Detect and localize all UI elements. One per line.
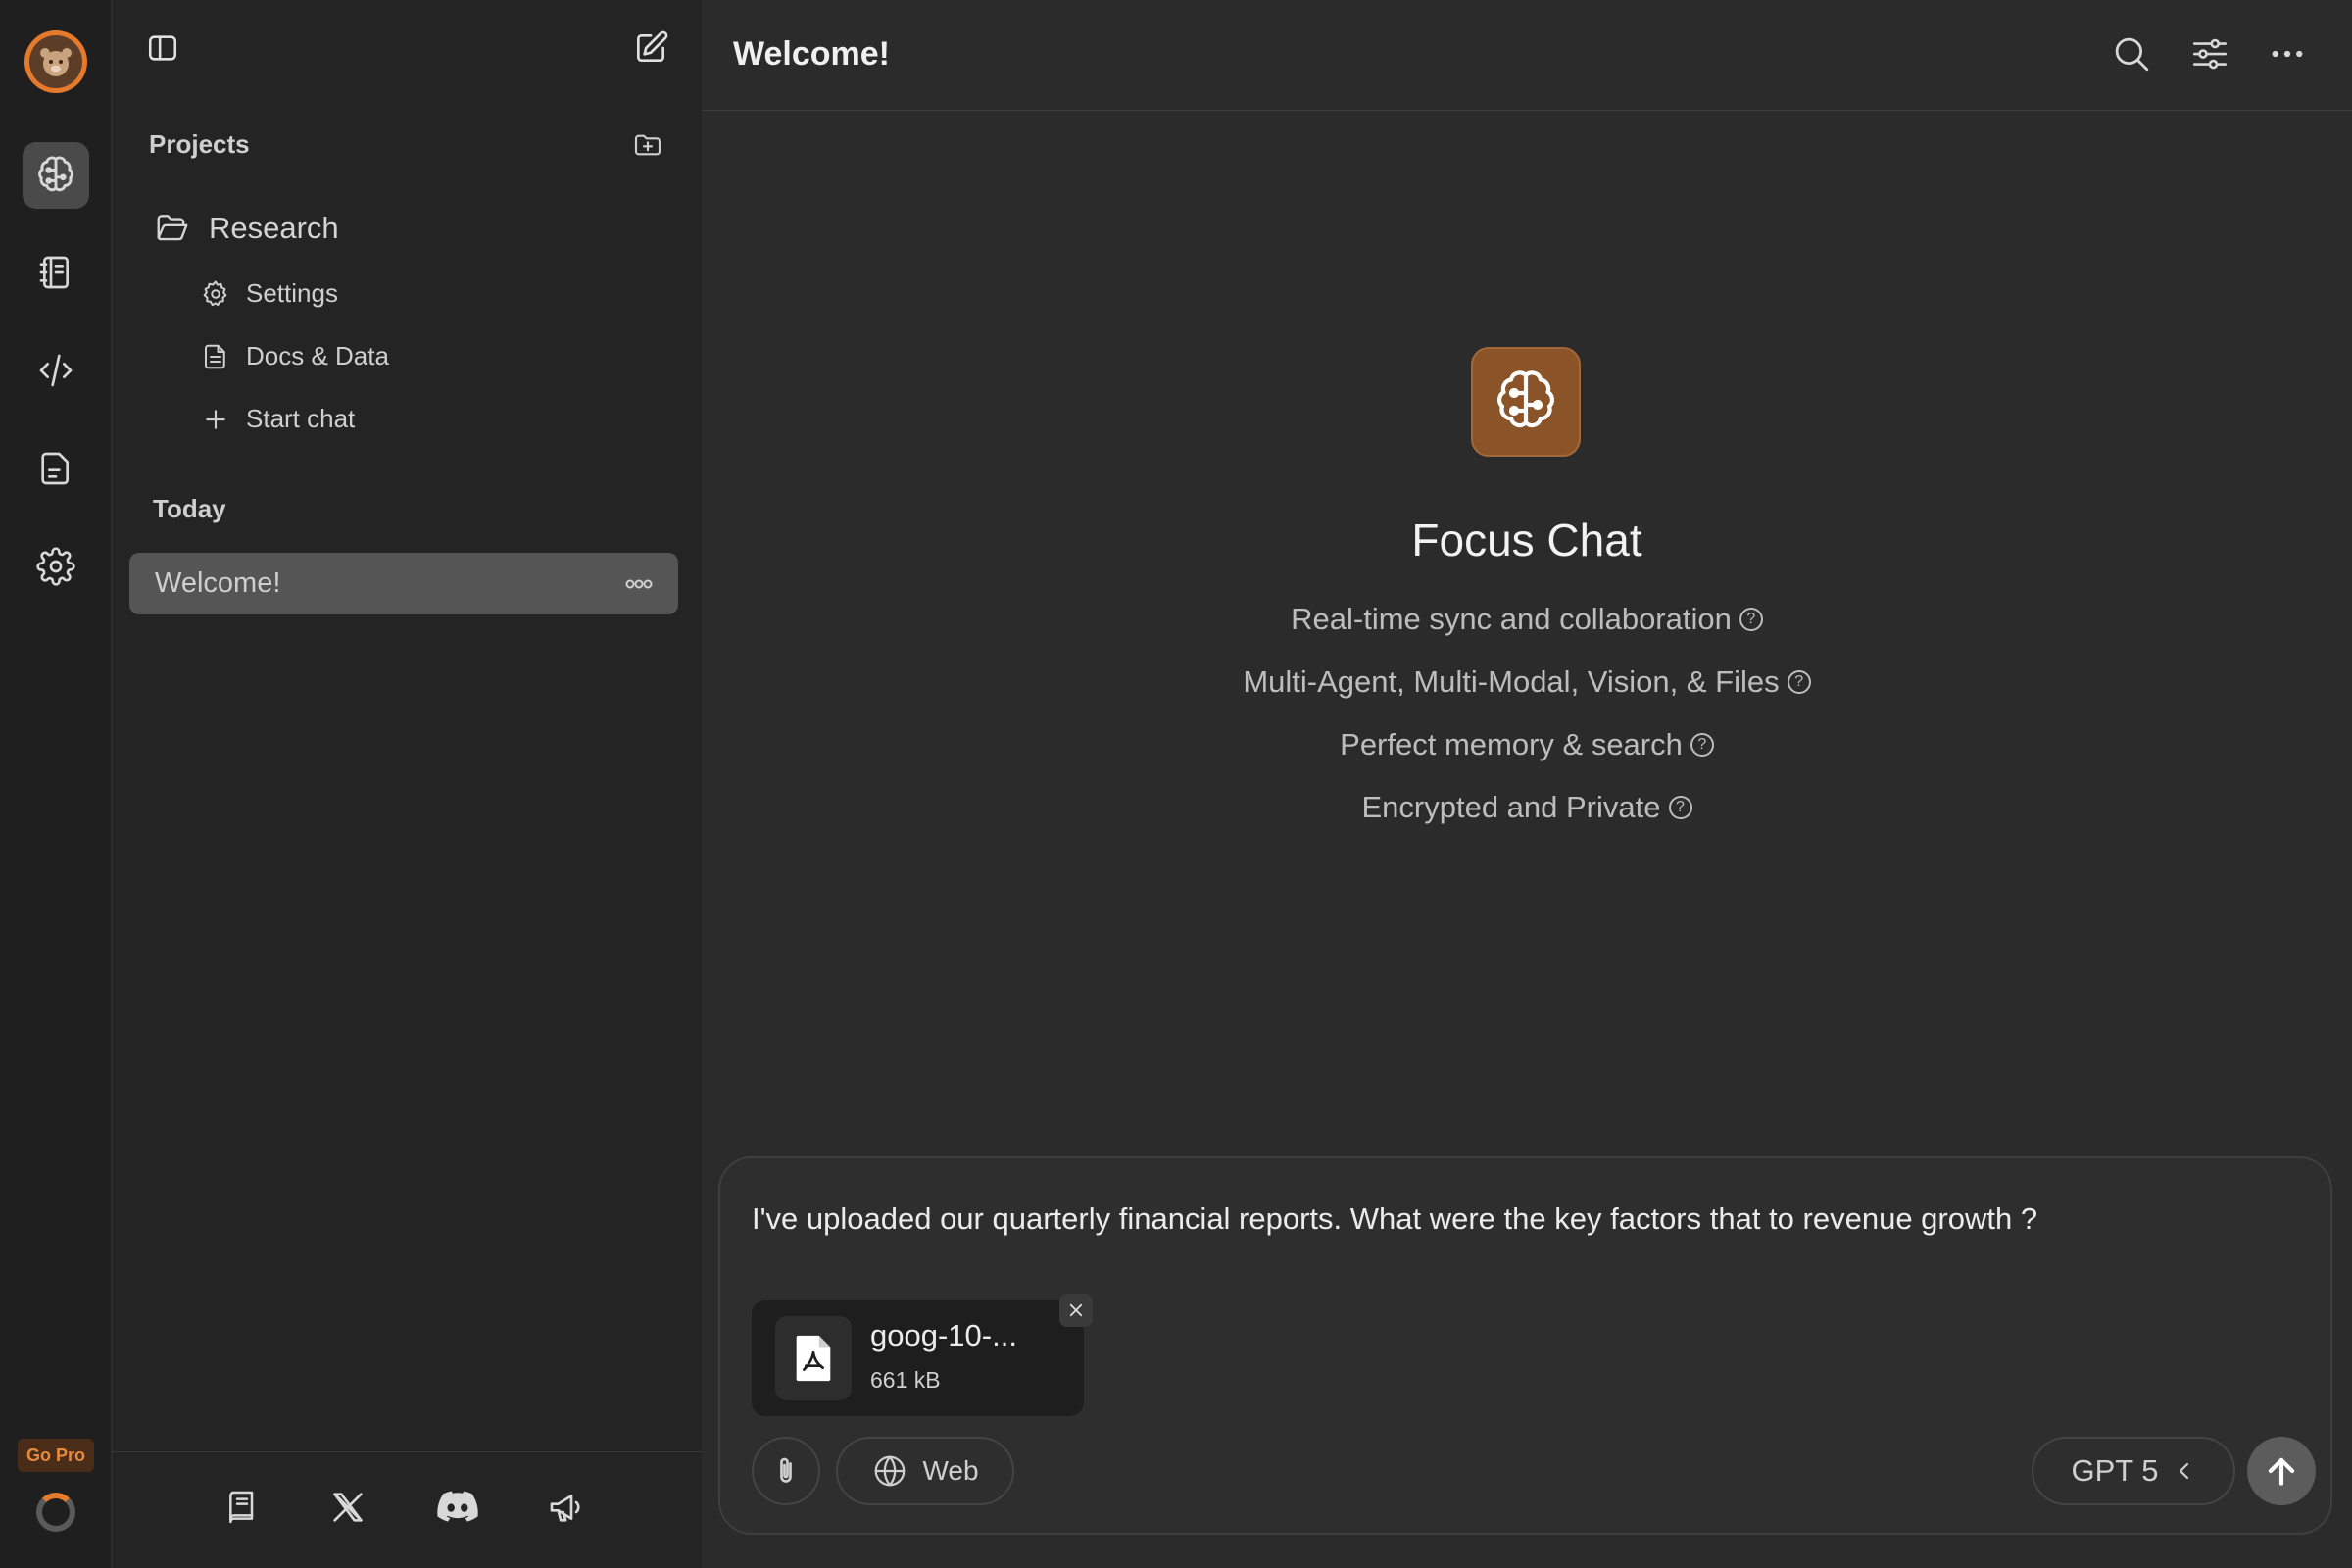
attachment-card[interactable]: goog-10-... 661 kB [752,1294,1093,1416]
sliders-icon[interactable] [2189,33,2230,74]
feature-line: Real-time sync and collaboration ? [702,602,2352,637]
chevron-left-icon [2173,1459,2196,1483]
book-icon[interactable] [222,1488,262,1527]
code-pen-icon [36,351,75,390]
projects-heading: Projects [149,129,250,159]
plus-icon [201,405,230,434]
chat-header: Welcome! [702,0,2352,111]
web-label: Web [922,1455,979,1486]
message-input[interactable]: I've uploaded our quarterly financial re… [752,1201,2037,1237]
more-horizontal-icon[interactable] [2267,33,2308,74]
model-selector[interactable]: GPT 5 [2032,1437,2235,1505]
go-pro-badge[interactable]: Go Pro [18,1439,94,1472]
start-chat-label: Start chat [246,404,356,433]
docs-label: Docs & Data [246,341,389,370]
discord-icon[interactable] [436,1488,479,1527]
document-icon [36,449,75,488]
feature-line: Perfect memory & search ? [702,727,2352,762]
rail-settings-button[interactable] [23,533,89,600]
project-start-chat-item[interactable]: Start chat [201,404,355,434]
folder-plus-icon [632,129,663,161]
feature-line: Encrypted and Private ? [702,790,2352,825]
message-composer[interactable]: I've uploaded our quarterly financial re… [718,1156,2332,1535]
x-logo-icon[interactable] [328,1488,368,1527]
brain-icon [34,154,77,197]
user-avatar[interactable] [24,30,87,93]
folder-open-icon [154,210,191,247]
model-label: GPT 5 [2071,1453,2159,1488]
project-settings-item[interactable]: Settings [201,278,338,309]
send-button[interactable] [2247,1437,2316,1505]
feature-text: Perfect memory & search [1340,727,1683,761]
help-icon[interactable]: ? [1787,670,1811,694]
avatar-face-icon [29,35,82,88]
toggle-sidebar-button[interactable] [146,31,179,65]
globe-icon [871,1452,908,1490]
sidebar-toggle-icon [146,31,179,65]
settings-label: Settings [246,278,338,308]
hero-title: Focus Chat [1411,514,1642,565]
project-docs-item[interactable]: Docs & Data [201,341,389,371]
new-chat-button[interactable] [632,29,669,67]
compose-icon [632,29,669,67]
main-panel: Welcome! Focus Chat Real-time sync and c… [702,0,2352,1568]
search-icon[interactable] [2111,33,2152,74]
pdf-file-icon [775,1316,852,1400]
attachment-size: 661 kB [870,1367,941,1393]
gear-icon [36,547,75,586]
file-text-icon [201,342,230,371]
icon-rail: Go Pro [0,0,112,1568]
rail-documents-button[interactable] [23,435,89,502]
notebook-icon [36,253,75,292]
feature-text: Multi-Agent, Multi-Modal, Vision, & File… [1243,664,1780,699]
today-heading: Today [153,494,226,523]
chat-item-welcome[interactable]: Welcome! [129,553,678,614]
attachment-name: goog-10-... [870,1318,1017,1352]
focus-chat-logo [1471,347,1581,457]
brain-icon [1491,367,1561,437]
help-icon[interactable]: ? [1739,608,1763,631]
rail-chat-button[interactable] [23,142,89,209]
arrow-up-icon [2263,1452,2300,1490]
help-icon[interactable]: ? [1690,733,1714,757]
close-icon [1067,1301,1085,1319]
more-horizontal-icon[interactable] [625,579,653,589]
megaphone-icon[interactable] [547,1488,586,1527]
sidebar-footer [113,1451,702,1568]
page-title: Welcome! [733,35,890,73]
help-icon[interactable]: ? [1668,796,1692,819]
feature-line: Multi-Agent, Multi-Modal, Vision, & File… [702,664,2352,700]
attach-file-button[interactable] [752,1437,820,1505]
usage-ring-icon[interactable] [36,1493,75,1532]
project-name: Research [209,211,339,245]
sidebar: Projects Research Settings Docs & Data S… [113,0,702,1568]
rail-code-button[interactable] [23,337,89,404]
feature-text: Encrypted and Private [1361,790,1661,824]
web-search-toggle[interactable]: Web [836,1437,1014,1505]
paperclip-icon [768,1453,804,1489]
chat-title: Welcome! [155,567,281,599]
project-research[interactable]: Research [154,210,339,247]
new-project-button[interactable] [632,129,663,161]
gear-icon [201,279,230,309]
feature-text: Real-time sync and collaboration [1291,602,1732,636]
remove-attachment-button[interactable] [1059,1294,1093,1327]
rail-notebook-button[interactable] [23,239,89,306]
